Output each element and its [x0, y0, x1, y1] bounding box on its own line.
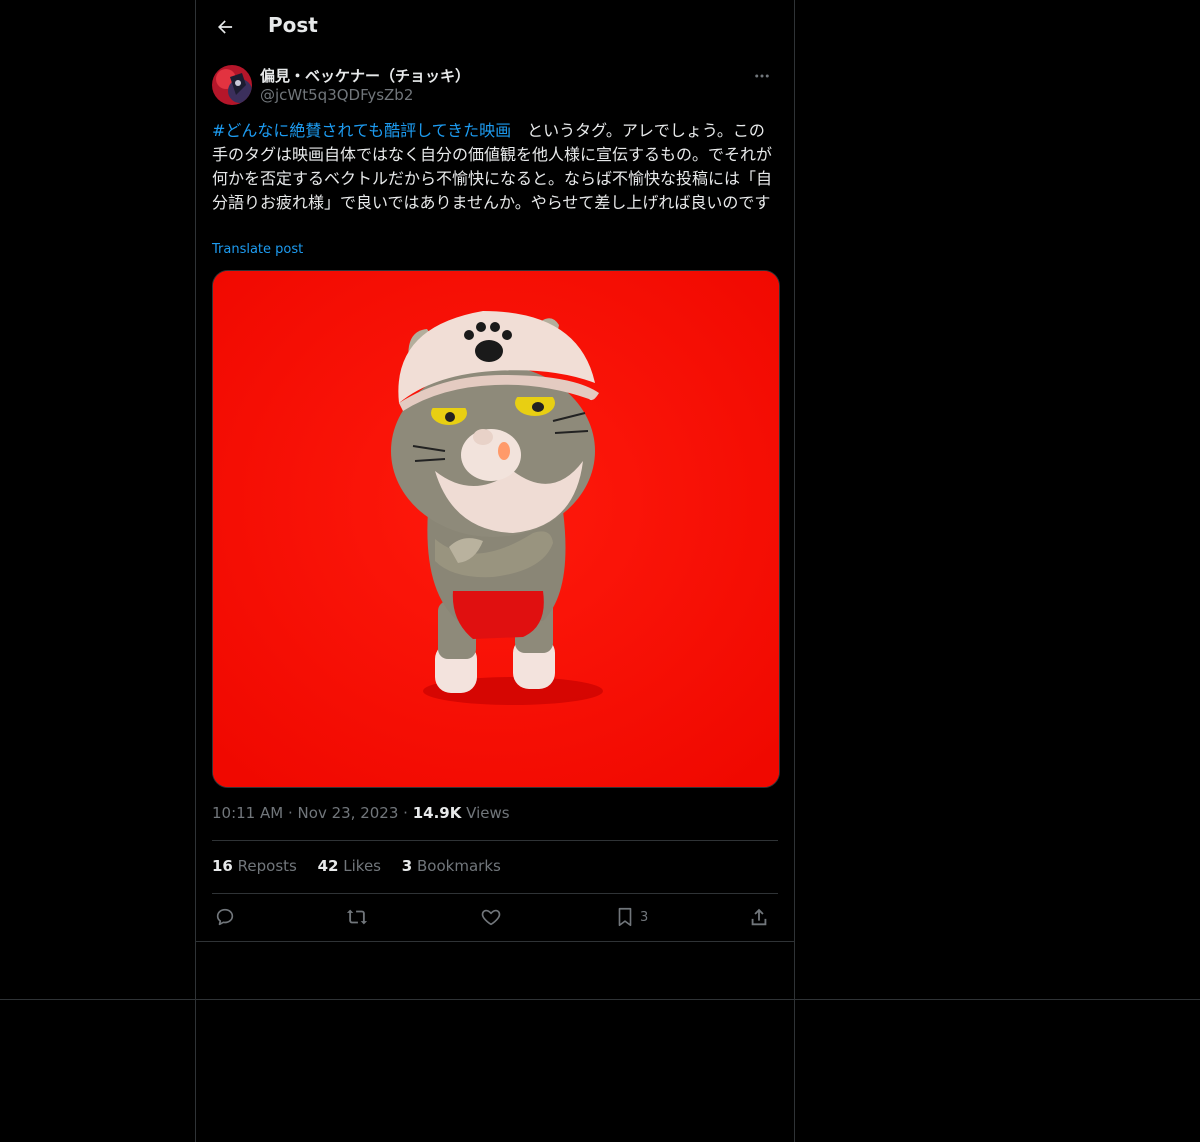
bookmarks-stat[interactable]: 3 Bookmarks [402, 857, 501, 875]
page: Post 偏見・ベッケナー（チョッキ） @jcWt5q3QDFysZb2 #どん… [0, 0, 1200, 1142]
back-button[interactable] [208, 10, 242, 44]
page-title: Post [268, 13, 318, 37]
repost-icon [346, 909, 368, 925]
repost-button[interactable] [346, 904, 368, 930]
section-divider [0, 999, 1200, 1000]
views-count: 14.9K [412, 804, 462, 822]
avatar[interactable] [212, 65, 252, 105]
share-button[interactable] [748, 904, 770, 930]
author-name[interactable]: 偏見・ベッケナー（チョッキ） [260, 65, 470, 86]
share-icon [751, 908, 767, 926]
post-meta: 10:11 AM · Nov 23, 2023 · 14.9K Views [212, 804, 510, 822]
post-text: #どんなに絶賛されても酷評してきた映画 というタグ。アレでしょう。この手のタグは… [212, 119, 780, 215]
bookmark-count: 3 [640, 909, 649, 925]
hashtag-link[interactable]: #どんなに絶賛されても酷評してきた映画 [212, 121, 511, 140]
cat-figurine-image [213, 271, 779, 787]
post-stats: 16 Reposts 42 Likes 3 Bookmarks [212, 857, 517, 875]
bookmark-icon [618, 907, 632, 927]
post-author: 偏見・ベッケナー（チョッキ） @jcWt5q3QDFysZb2 [212, 64, 778, 108]
heart-icon [481, 909, 501, 926]
divider [212, 840, 778, 841]
views-label: Views [466, 804, 510, 822]
post-actions: 3 [212, 900, 778, 934]
divider [212, 893, 778, 894]
bookmark-button[interactable]: 3 [614, 904, 648, 930]
reposts-stat[interactable]: 16 Reposts [212, 857, 297, 875]
reply-icon [216, 908, 234, 926]
post-column: Post 偏見・ベッケナー（チョッキ） @jcWt5q3QDFysZb2 #どん… [195, 0, 795, 942]
post-date[interactable]: Nov 23, 2023 [298, 804, 399, 822]
column-border [195, 941, 196, 1142]
reply-button[interactable] [214, 904, 236, 930]
likes-stat[interactable]: 42 Likes [318, 857, 381, 875]
like-button[interactable] [480, 904, 502, 930]
post-time[interactable]: 10:11 AM [212, 804, 283, 822]
post-image[interactable] [212, 270, 780, 788]
more-button[interactable] [746, 64, 778, 88]
column-border [794, 941, 795, 1142]
translate-post-link[interactable]: Translate post [212, 242, 303, 257]
avatar-image [212, 65, 252, 105]
arrow-left-icon [218, 20, 233, 34]
more-icon [755, 74, 769, 78]
author-handle[interactable]: @jcWt5q3QDFysZb2 [260, 86, 413, 104]
header: Post [196, 0, 794, 54]
